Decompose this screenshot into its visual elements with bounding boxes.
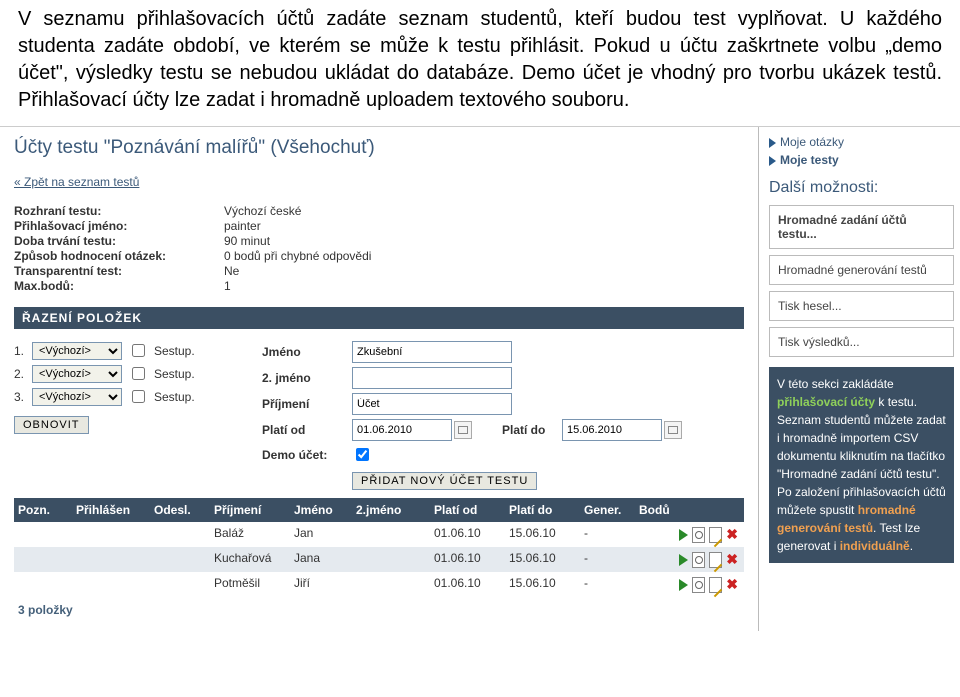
sort-select-1[interactable]: <Výchozí>: [32, 342, 122, 360]
row-count: 3 položky: [14, 597, 744, 623]
demo-checkbox[interactable]: [356, 448, 369, 461]
sort-desc-2[interactable]: [132, 367, 145, 380]
main-content: Účty testu "Poznávání malířů" (Všehochuť…: [0, 127, 758, 631]
info-label: Transparentní test:: [14, 264, 224, 278]
th-jmeno2: 2.jméno: [356, 503, 434, 517]
triangle-icon: [769, 138, 776, 148]
sort-desc-label: Sestup.: [154, 367, 195, 381]
sort-desc-label: Sestup.: [154, 390, 195, 404]
delete-icon[interactable]: ✖: [726, 551, 738, 568]
play-icon[interactable]: [679, 579, 688, 591]
sidebar-item-testy[interactable]: Moje testy: [769, 151, 954, 169]
sidebar-heading: Další možnosti:: [769, 179, 954, 197]
table-header: Pozn. Přihlášen Odesl. Příjmení Jméno 2.…: [14, 498, 744, 522]
demo-label: Demo účet:: [262, 448, 352, 462]
jmeno2-label: 2. jméno: [262, 371, 352, 385]
info-label: Přihlašovací jméno:: [14, 219, 224, 233]
sidebar-item-otazky[interactable]: Moje otázky: [769, 133, 954, 151]
play-icon[interactable]: [679, 554, 688, 566]
prijmeni-input[interactable]: [352, 393, 512, 415]
table-row: Baláž Jan 01.06.10 15.06.10 - ✖: [14, 522, 744, 547]
th-jmeno: Jméno: [294, 503, 356, 517]
info-value: 90 minut: [224, 234, 270, 248]
sort-select-2[interactable]: <Výchozí>: [32, 365, 122, 383]
refresh-button[interactable]: OBNOVIT: [14, 416, 89, 434]
calendar-icon[interactable]: [454, 421, 472, 439]
th-prihl: Přihlášen: [76, 503, 154, 517]
print-passwords-button[interactable]: Tisk hesel...: [769, 291, 954, 321]
info-label: Způsob hodnocení otázek:: [14, 249, 224, 263]
sort-desc-label: Sestup.: [154, 344, 195, 358]
print-results-button[interactable]: Tisk výsledků...: [769, 327, 954, 357]
triangle-icon: [769, 156, 776, 166]
page-settings-icon[interactable]: [692, 577, 705, 593]
sort-select-3[interactable]: <Výchozí>: [32, 388, 122, 406]
info-value: 1: [224, 279, 231, 293]
table-row: Kuchařová Jana 01.06.10 15.06.10 - ✖: [14, 547, 744, 572]
info-label: Max.bodů:: [14, 279, 224, 293]
calendar-icon[interactable]: [664, 421, 682, 439]
plati-do-input[interactable]: [562, 419, 662, 441]
info-value: 0 bodů při chybné odpovědi: [224, 249, 371, 263]
th-bodu: Bodů: [639, 503, 689, 517]
plati-od-label: Platí od: [262, 423, 352, 437]
delete-icon[interactable]: ✖: [726, 576, 738, 593]
th-pozn: Pozn.: [18, 503, 76, 517]
play-icon[interactable]: [679, 529, 688, 541]
jmeno2-input[interactable]: [352, 367, 512, 389]
page-title: Účty testu "Poznávání malířů" (Všehochuť…: [14, 137, 744, 159]
page-settings-icon[interactable]: [692, 552, 705, 568]
sort-row-num: 3.: [14, 390, 26, 404]
sidebar-infobox: V této sekci zakládáte přihlašovací účty…: [769, 367, 954, 563]
sort-row-num: 1.: [14, 344, 26, 358]
delete-icon[interactable]: ✖: [726, 526, 738, 543]
prijmeni-label: Příjmení: [262, 397, 352, 411]
sort-row-num: 2.: [14, 367, 26, 381]
jmeno-label: Jméno: [262, 345, 352, 359]
sort-section-header: ŘAZENÍ POLOŽEK: [14, 307, 744, 329]
info-value: Výchozí české: [224, 204, 301, 218]
info-value: painter: [224, 219, 261, 233]
th-gener: Gener.: [584, 503, 639, 517]
page-settings-icon[interactable]: [692, 527, 705, 543]
table-row: Potměšil Jiří 01.06.10 15.06.10 - ✖: [14, 572, 744, 597]
intro-text: V seznamu přihlašovacích účtů zadáte sez…: [0, 0, 960, 126]
add-account-button[interactable]: PŘIDAT NOVÝ ÚČET TESTU: [352, 472, 537, 490]
sort-desc-1[interactable]: [132, 344, 145, 357]
th-plod: Platí od: [434, 503, 509, 517]
sidebar: Moje otázky Moje testy Další možnosti: H…: [758, 127, 960, 631]
th-pldo: Platí do: [509, 503, 584, 517]
th-odesl: Odesl.: [154, 503, 214, 517]
back-link[interactable]: « Zpět na seznam testů: [14, 175, 139, 189]
page-edit-icon[interactable]: [709, 552, 722, 568]
sort-desc-3[interactable]: [132, 390, 145, 403]
plati-od-input[interactable]: [352, 419, 452, 441]
page-edit-icon[interactable]: [709, 527, 722, 543]
bulk-generate-button[interactable]: Hromadné generování testů: [769, 255, 954, 285]
page-edit-icon[interactable]: [709, 577, 722, 593]
th-prij: Příjmení: [214, 503, 294, 517]
info-label: Rozhraní testu:: [14, 204, 224, 218]
bulk-accounts-button[interactable]: Hromadné zadání účtů testu...: [769, 205, 954, 249]
plati-do-label: Platí do: [502, 423, 562, 437]
info-value: Ne: [224, 264, 239, 278]
info-label: Doba trvání testu:: [14, 234, 224, 248]
jmeno-input[interactable]: [352, 341, 512, 363]
